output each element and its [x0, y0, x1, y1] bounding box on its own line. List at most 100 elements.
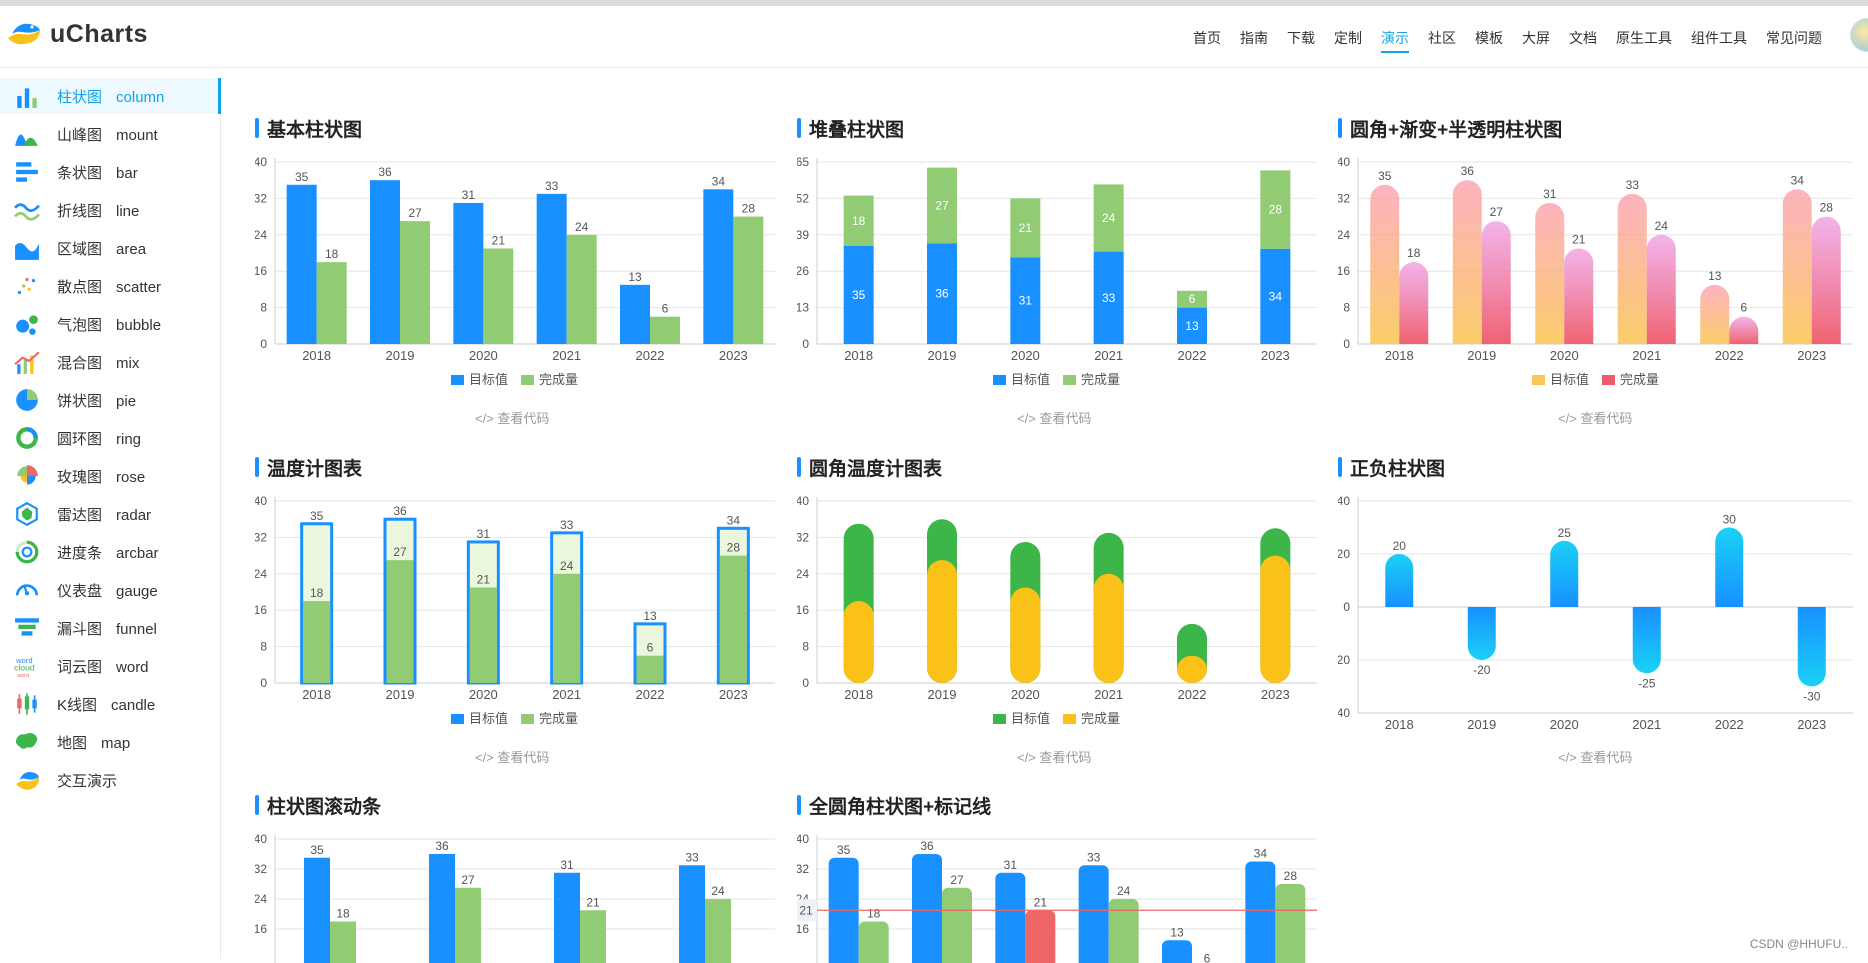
site-logo[interactable]: uCharts	[6, 18, 148, 50]
interactive-demo-icon	[14, 767, 40, 793]
view-code-link[interactable]: </> 查看代码	[1017, 408, 1091, 427]
nav-item[interactable]: 下载	[1287, 28, 1315, 53]
view-code-link[interactable]: </> 查看代码	[1017, 747, 1091, 766]
sidebar-item-en: word	[116, 659, 149, 676]
sidebar-item-bar[interactable]: 条状图bar	[0, 154, 221, 190]
nav-item[interactable]: 常见问题	[1766, 28, 1822, 53]
sidebar-item-line[interactable]: 折线图line	[0, 192, 221, 228]
meter-fill	[927, 560, 957, 683]
y-tick-label: 0	[802, 676, 809, 690]
x-tick-label: 2022	[636, 348, 665, 363]
nav-item[interactable]: 模板	[1475, 28, 1503, 53]
bar	[1647, 235, 1676, 344]
sidebar-item-label: 玫瑰图rose	[57, 466, 145, 487]
bar	[1079, 865, 1109, 963]
sidebar-item-ring[interactable]: 圆环图ring	[0, 420, 221, 456]
data-label: 6	[647, 641, 654, 655]
data-label: -20	[1473, 663, 1491, 677]
site-header: uCharts 首页指南下载定制演示社区模板大屏文档原生工具组件工具常见问题	[0, 6, 1868, 68]
sidebar-item-bubble[interactable]: 气泡图bubble	[0, 306, 221, 342]
nav-item[interactable]: 社区	[1428, 28, 1456, 53]
data-label: 18	[867, 907, 881, 921]
nav-item[interactable]: 指南	[1240, 28, 1268, 53]
sidebar-item-pie[interactable]: 饼状图pie	[0, 382, 221, 418]
y-tick-label: 24	[255, 892, 267, 906]
y-tick-label: 0	[260, 337, 267, 351]
legend-swatch	[1532, 375, 1545, 385]
sidebar-item-map[interactable]: 地图map	[0, 724, 221, 760]
svg-text:cloud: cloud	[14, 662, 35, 672]
sidebar-item-column[interactable]: 柱状图column	[0, 78, 221, 114]
bar	[1535, 203, 1564, 344]
bar	[330, 922, 356, 963]
sidebar-item-en: bar	[116, 165, 138, 182]
nav-item[interactable]: 组件工具	[1691, 28, 1747, 53]
mix-chart-icon	[14, 349, 40, 375]
data-label: 21	[492, 233, 506, 247]
y-tick-label: 13	[797, 301, 809, 315]
nav-item[interactable]: 首页	[1193, 28, 1221, 53]
title-accent-bar	[255, 118, 259, 138]
nav-item[interactable]: 大屏	[1522, 28, 1550, 53]
sidebar-item-scatter[interactable]: 散点图scatter	[0, 268, 221, 304]
meter-fill	[553, 574, 580, 683]
x-tick-label: 2018	[302, 348, 331, 363]
view-code-link[interactable]: </> 查看代码	[475, 747, 549, 766]
sidebar-item-en: line	[116, 203, 139, 220]
sidebar-item-gauge[interactable]: 仪表盘gauge	[0, 572, 221, 608]
sidebar-item-mix[interactable]: 混合图mix	[0, 344, 221, 380]
data-label: -25	[1638, 676, 1656, 690]
bar	[1468, 607, 1496, 660]
sidebar-item-label: 折线图line	[57, 200, 139, 221]
sidebar-item-word[interactable]: wordcloudword词云图word	[0, 648, 221, 684]
line-chart-icon	[14, 197, 40, 223]
legend-label: 完成量	[539, 372, 578, 387]
sidebar-item-cn: K线图	[57, 697, 97, 714]
sidebar-item-mount[interactable]: 山峰图mount	[0, 116, 221, 152]
y-tick-label: 40	[255, 155, 267, 169]
view-code-link[interactable]: </> 查看代码	[1558, 747, 1632, 766]
data-label: 31	[1019, 294, 1033, 308]
x-tick-label: 2022	[1715, 348, 1744, 363]
sidebar-item-funnel[interactable]: 漏斗图funnel	[0, 610, 221, 646]
data-label: 18	[1407, 246, 1421, 260]
legend-label: 目标值	[469, 372, 508, 387]
nav-item[interactable]: 演示	[1381, 28, 1409, 53]
x-tick-label: 2023	[1797, 348, 1826, 363]
title-accent-bar	[797, 118, 801, 138]
y-tick-label: 24	[1338, 228, 1350, 242]
data-label: 31	[560, 858, 574, 872]
sidebar-item-rose[interactable]: 玫瑰图rose	[0, 458, 221, 494]
view-code-link[interactable]: </> 查看代码	[1558, 408, 1632, 427]
sidebar-item-interactive[interactable]: 交互演示	[0, 762, 221, 798]
meter-fill	[720, 556, 747, 683]
nav-item[interactable]: 定制	[1334, 28, 1362, 53]
data-label: 6	[662, 302, 669, 316]
sidebar-item-area[interactable]: 区域图area	[0, 230, 221, 266]
nav-item[interactable]: 原生工具	[1616, 28, 1672, 53]
rounded-meter-column-chart: 0816243240201820192020202120222023目标值完成量	[797, 485, 1332, 775]
sidebar-item-label: 交互演示	[57, 770, 131, 791]
panel-rounded-gradient-column: 圆角+渐变+半透明柱状图 081624324020182019202020212…	[1338, 116, 1868, 436]
sidebar-item-arcbar[interactable]: 进度条arcbar	[0, 534, 221, 570]
x-tick-label: 2020	[1011, 687, 1040, 702]
data-label: 34	[1254, 847, 1268, 861]
y-tick-label: 8	[260, 301, 267, 315]
y-tick-label: 24	[255, 228, 267, 242]
bar	[1370, 185, 1399, 344]
legend-swatch	[1063, 375, 1076, 385]
y-tick-label: -20	[1338, 653, 1350, 667]
sidebar-item-radar[interactable]: 雷达图radar	[0, 496, 221, 532]
y-tick-label: 24	[797, 567, 809, 581]
x-tick-label: 2022	[1178, 348, 1207, 363]
panel-title: 圆角温度计图表	[809, 454, 942, 481]
nav-item[interactable]: 文档	[1569, 28, 1597, 53]
data-label: 28	[1269, 203, 1283, 217]
bar	[453, 203, 483, 344]
scroll-column-chart: 162432403518362731213324	[255, 823, 790, 963]
sidebar-item-candle[interactable]: K线图candle	[0, 686, 221, 722]
data-label: 13	[643, 609, 657, 623]
view-code-link[interactable]: </> 查看代码	[475, 408, 549, 427]
data-label: 27	[1490, 205, 1504, 219]
bar	[679, 865, 705, 963]
